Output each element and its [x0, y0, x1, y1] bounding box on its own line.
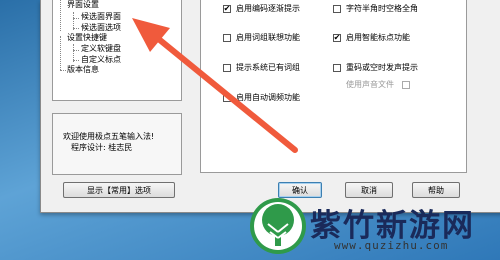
tree-logo-icon	[250, 198, 306, 254]
brand-url: www.quzizhu.com	[334, 239, 449, 252]
watermark-logo: 紫竹新游网 www.quzizhu.com	[248, 194, 498, 260]
